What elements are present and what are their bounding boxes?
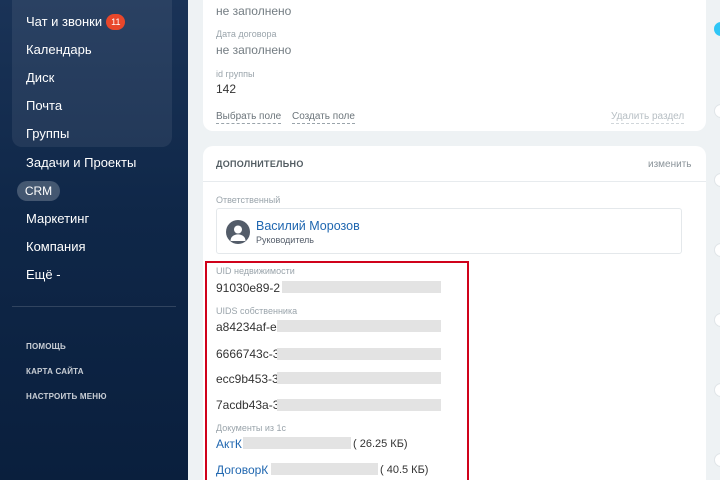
unread-badge: 11 — [106, 14, 126, 30]
document-size: ( 26.25 КБ) — [353, 438, 408, 450]
edge-action-icon[interactable] — [714, 22, 720, 36]
sidebar-item-groups[interactable]: Группы — [26, 126, 69, 141]
redacted-block — [277, 320, 441, 332]
document-link[interactable]: ДоговорК — [216, 463, 268, 477]
user-avatar-icon[interactable] — [226, 220, 250, 244]
document-link[interactable]: АктК — [216, 437, 242, 451]
create-field-link[interactable]: Создать поле — [292, 111, 355, 124]
sidebar-item-marketing[interactable]: Маркетинг — [26, 211, 89, 226]
help-link[interactable]: ПОМОЩЬ — [26, 342, 66, 351]
uids-owner-value: 6666743c-3 — [216, 347, 280, 361]
edge-action-icon[interactable] — [714, 243, 720, 257]
uids-owner-value: ecc9b453-3 — [216, 372, 279, 386]
sidebar-divider — [12, 306, 176, 307]
group-id-value: 142 — [216, 82, 237, 96]
redacted-block — [277, 348, 441, 360]
field-value-empty: не заполнено — [216, 4, 292, 18]
change-section-link[interactable]: изменить — [648, 159, 692, 170]
uids-owner-value: 7acdb43a-3 — [216, 398, 280, 412]
redacted-block — [282, 281, 441, 293]
responsible-role: Руководитель — [256, 235, 314, 245]
sidebar-item-crm[interactable]: CRM — [17, 181, 60, 201]
uid-value: 91030e89-2 — [216, 281, 281, 295]
sidebar-item-tasks[interactable]: Задачи и Проекты — [26, 155, 136, 170]
docs-label: Документы из 1с — [216, 423, 287, 433]
edge-action-icon[interactable] — [714, 313, 720, 327]
document-size: ( 40.5 КБ) — [380, 464, 429, 476]
responsible-person-card: Василий Морозов Руководитель — [216, 208, 682, 254]
redacted-block — [277, 372, 441, 384]
uids-owner-label: UIDS собственника — [216, 306, 298, 316]
sidebar-item-calendar[interactable]: Календарь — [26, 42, 92, 57]
sidebar-item-mail[interactable]: Почта — [26, 98, 62, 113]
uids-owner-value: a84234af-e7 — [216, 320, 284, 334]
redacted-block — [277, 399, 441, 411]
sitemap-link[interactable]: КАРТА САЙТА — [26, 367, 84, 376]
uid-label: UID недвижимости — [216, 266, 295, 276]
section-title: ДОПОЛНИТЕЛЬНО — [216, 159, 304, 169]
select-field-link[interactable]: Выбрать поле — [216, 111, 282, 124]
redacted-block — [271, 463, 378, 475]
sidebar-item-disk[interactable]: Диск — [26, 70, 54, 85]
configure-menu-link[interactable]: НАСТРОИТЬ МЕНЮ — [26, 392, 107, 401]
sidebar-item-more[interactable]: Ещё - — [26, 267, 61, 282]
redacted-block — [243, 437, 351, 449]
edge-action-icon[interactable] — [714, 173, 720, 187]
section-divider — [203, 181, 706, 182]
delete-section-link[interactable]: Удалить раздел — [611, 111, 685, 124]
edge-action-icon[interactable] — [714, 453, 720, 467]
responsible-label: Ответственный — [216, 195, 281, 205]
sidebar-item-chat[interactable]: Чат и звонки 11 — [26, 14, 126, 30]
sidebar-item-company[interactable]: Компания — [26, 239, 86, 254]
edge-action-icon[interactable] — [714, 383, 720, 397]
sidebar-item-label: Чат и звонки — [26, 14, 103, 29]
responsible-name-link[interactable]: Василий Морозов — [256, 219, 360, 233]
contract-date-value: не заполнено — [216, 43, 292, 57]
group-id-label: id группы — [216, 69, 255, 79]
edge-action-icon[interactable] — [714, 104, 720, 118]
left-sidebar: Чат и звонки 11 Календарь Диск Почта Груп… — [0, 0, 188, 480]
contract-date-label: Дата договора — [216, 29, 277, 39]
